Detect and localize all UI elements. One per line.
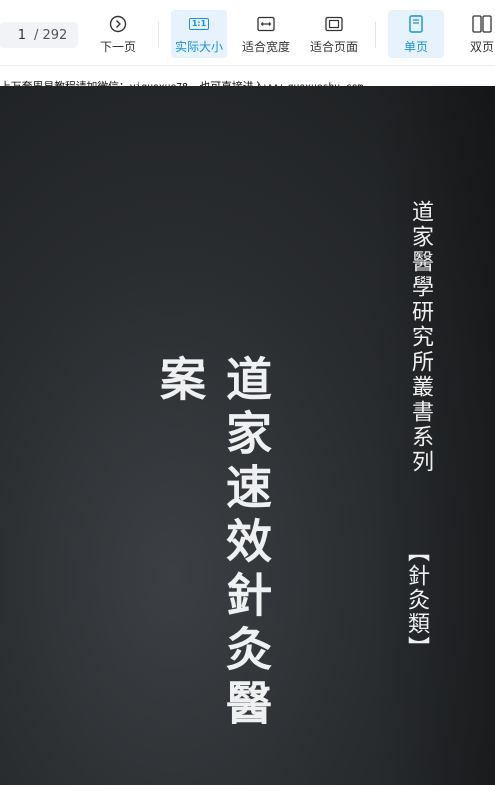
toolbar-divider (158, 22, 159, 48)
fit-page-label: 适合页面 (309, 39, 358, 54)
double-page-icon (472, 14, 492, 34)
fit-width-icon (256, 14, 276, 34)
double-page-button[interactable]: 双页 (462, 10, 495, 58)
book-title: 道家速效針灸醫案 (153, 355, 273, 733)
fit-width-label: 适合宽度 (241, 39, 290, 54)
single-page-button[interactable]: 单页 (388, 10, 444, 58)
double-page-label: 双页 (469, 39, 494, 54)
toolbar-divider (375, 22, 376, 48)
actual-size-label: 实际大小 (174, 39, 223, 54)
single-page-label: 单页 (403, 39, 428, 54)
series-name-text: 道家醫學研究所叢書系列 (408, 200, 433, 475)
total-pages-label: / 292 (34, 27, 68, 43)
next-page-icon (108, 14, 128, 34)
category-subtitle: 【針灸類】 (404, 540, 429, 660)
viewer-toolbar: 1 / 292 下一页 1:1 实际大小 适合宽度 适合页面 单页 双页 (0, 0, 495, 66)
actual-size-button[interactable]: 1:1 实际大小 (171, 10, 227, 58)
next-page-button[interactable]: 下一页 (92, 10, 144, 58)
next-page-label: 下一页 (99, 39, 136, 54)
actual-size-icon: 1:1 (188, 14, 210, 34)
single-page-icon (406, 14, 426, 34)
fit-page-icon (324, 14, 344, 34)
fit-width-button[interactable]: 适合宽度 (238, 10, 294, 58)
fit-page-button[interactable]: 适合页面 (306, 10, 362, 58)
page-number-box[interactable]: 1 / 292 (0, 22, 78, 48)
current-page-input[interactable]: 1 (0, 28, 28, 43)
